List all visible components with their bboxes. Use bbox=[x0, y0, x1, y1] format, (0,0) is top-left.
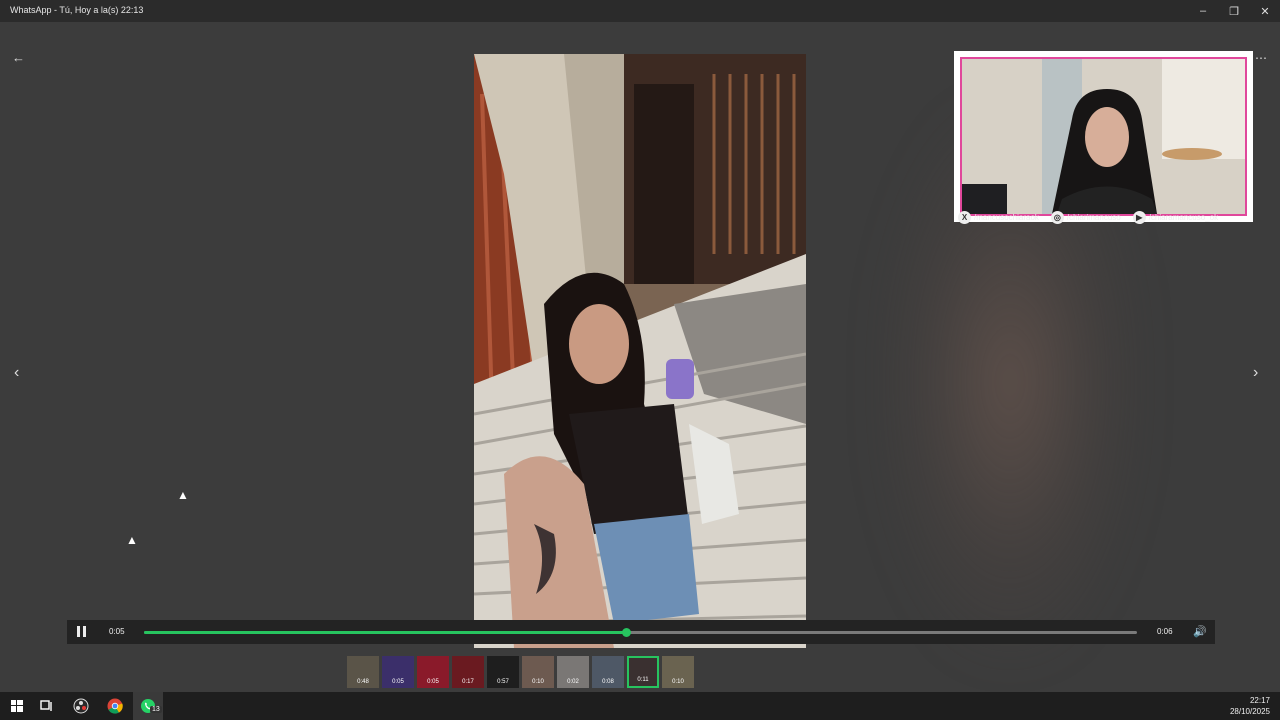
social-handles: X /mancusochiaraok ◎ /chiarimancuso ▶ /c… bbox=[958, 208, 1258, 226]
media-thumbnail[interactable]: 0:57 bbox=[487, 656, 519, 688]
whatsapp-badge: 13 bbox=[150, 706, 162, 713]
thumbnail-duration: 0:17 bbox=[462, 679, 474, 685]
thumbnail-duration: 0:05 bbox=[427, 679, 439, 685]
x-logo-icon: X bbox=[958, 210, 971, 224]
webcam-scene bbox=[962, 59, 1245, 214]
mouse-cursor-icon: ▲ bbox=[126, 533, 138, 547]
clock-time: 22:17 bbox=[1249, 696, 1270, 705]
media-thumbnail[interactable]: 0:10 bbox=[522, 656, 554, 688]
youtube-logo-icon: ▶ bbox=[1132, 210, 1146, 224]
media-viewer: ← ‹ › ⋯ X /mancusochiaraok ◎ /chiarimanc… bbox=[0, 22, 1280, 692]
seek-handle[interactable] bbox=[621, 628, 631, 637]
whatsapp-taskbar-icon[interactable]: 13 bbox=[133, 692, 163, 720]
social-handle: /chiaramancuso_ok bbox=[1148, 212, 1219, 222]
media-thumbnail-strip: 0:48 0:05 0:05 0:17 0:57 0:10 0:02 0:08 0:11 0:10 bbox=[347, 656, 694, 688]
media-thumbnail[interactable]: 0:10 bbox=[662, 656, 694, 688]
thumbnail-duration: 0:10 bbox=[532, 679, 544, 685]
media-thumbnail[interactable]: 0:05 bbox=[417, 656, 449, 688]
media-thumbnail[interactable]: 0:02 bbox=[557, 656, 589, 688]
volume-icon[interactable]: 🔊 bbox=[1193, 625, 1207, 638]
seek-bar[interactable] bbox=[144, 628, 1137, 637]
more-options-icon[interactable]: ⋯ bbox=[1255, 51, 1267, 65]
streamer-webcam bbox=[954, 51, 1253, 222]
title-bar: WhatsApp - Tú, Hoy a la(s) 22:13 – ❐ ✕ bbox=[0, 0, 1280, 22]
thumbnail-duration: 0:08 bbox=[602, 679, 614, 685]
social-handle: /mancusochiaraok bbox=[974, 212, 1039, 222]
clock-date: 28/10/2025 bbox=[1229, 707, 1270, 716]
media-thumbnail[interactable]: 0:08 bbox=[592, 656, 624, 688]
obs-studio-icon[interactable] bbox=[66, 692, 96, 720]
pause-bar-icon bbox=[77, 626, 80, 637]
social-item-instagram: ◎ /chiarimancuso bbox=[1050, 210, 1121, 224]
video-controls: 0:05 0:06 🔊 bbox=[67, 620, 1215, 644]
seek-progress bbox=[144, 631, 626, 634]
video-scene bbox=[474, 54, 806, 648]
social-handle: /chiarimancuso bbox=[1066, 212, 1121, 222]
task-view-icon[interactable] bbox=[32, 692, 62, 720]
video-frame[interactable] bbox=[474, 54, 806, 648]
social-item-x: X /mancusochiaraok bbox=[958, 210, 1039, 224]
media-thumbnail[interactable]: 0:11 bbox=[627, 656, 659, 688]
thumbnail-duration: 0:11 bbox=[637, 677, 649, 683]
thumbnail-duration: 0:10 bbox=[672, 679, 684, 685]
pause-button[interactable] bbox=[76, 626, 88, 638]
next-media-button[interactable]: › bbox=[1253, 364, 1258, 382]
media-thumbnail[interactable]: 0:05 bbox=[382, 656, 414, 688]
media-thumbnail[interactable]: 0:48 bbox=[347, 656, 379, 688]
window-title: WhatsApp - Tú, Hoy a la(s) 22:13 bbox=[10, 5, 144, 15]
mouse-cursor-icon: ▲ bbox=[177, 488, 189, 502]
chrome-icon[interactable] bbox=[100, 692, 130, 720]
pause-bar-icon bbox=[83, 626, 86, 637]
social-item-youtube: ▶ /chiaramancuso_ok bbox=[1132, 210, 1219, 224]
thumbnail-duration: 0:02 bbox=[567, 679, 579, 685]
thumbnail-duration: 0:05 bbox=[392, 679, 404, 685]
thumbnail-duration: 0:57 bbox=[497, 679, 509, 685]
instagram-logo-icon: ◎ bbox=[1050, 210, 1064, 224]
minimize-button[interactable]: – bbox=[1187, 0, 1219, 22]
system-clock[interactable]: 22:17 28/10/2025 bbox=[1230, 695, 1270, 717]
restore-button[interactable]: ❐ bbox=[1218, 0, 1250, 22]
previous-media-button[interactable]: ‹ bbox=[14, 364, 19, 382]
back-arrow-icon[interactable]: ← bbox=[12, 50, 25, 65]
close-button[interactable]: ✕ bbox=[1249, 0, 1280, 22]
thumbnail-duration: 0:48 bbox=[357, 679, 369, 685]
taskbar: 13 22:17 28/10/2025 bbox=[0, 692, 1280, 720]
current-time: 0:05 bbox=[109, 627, 125, 636]
duration: 0:06 bbox=[1157, 627, 1173, 636]
webcam-feed bbox=[960, 57, 1247, 216]
media-thumbnail[interactable]: 0:17 bbox=[452, 656, 484, 688]
windows-start-icon[interactable] bbox=[2, 692, 32, 720]
